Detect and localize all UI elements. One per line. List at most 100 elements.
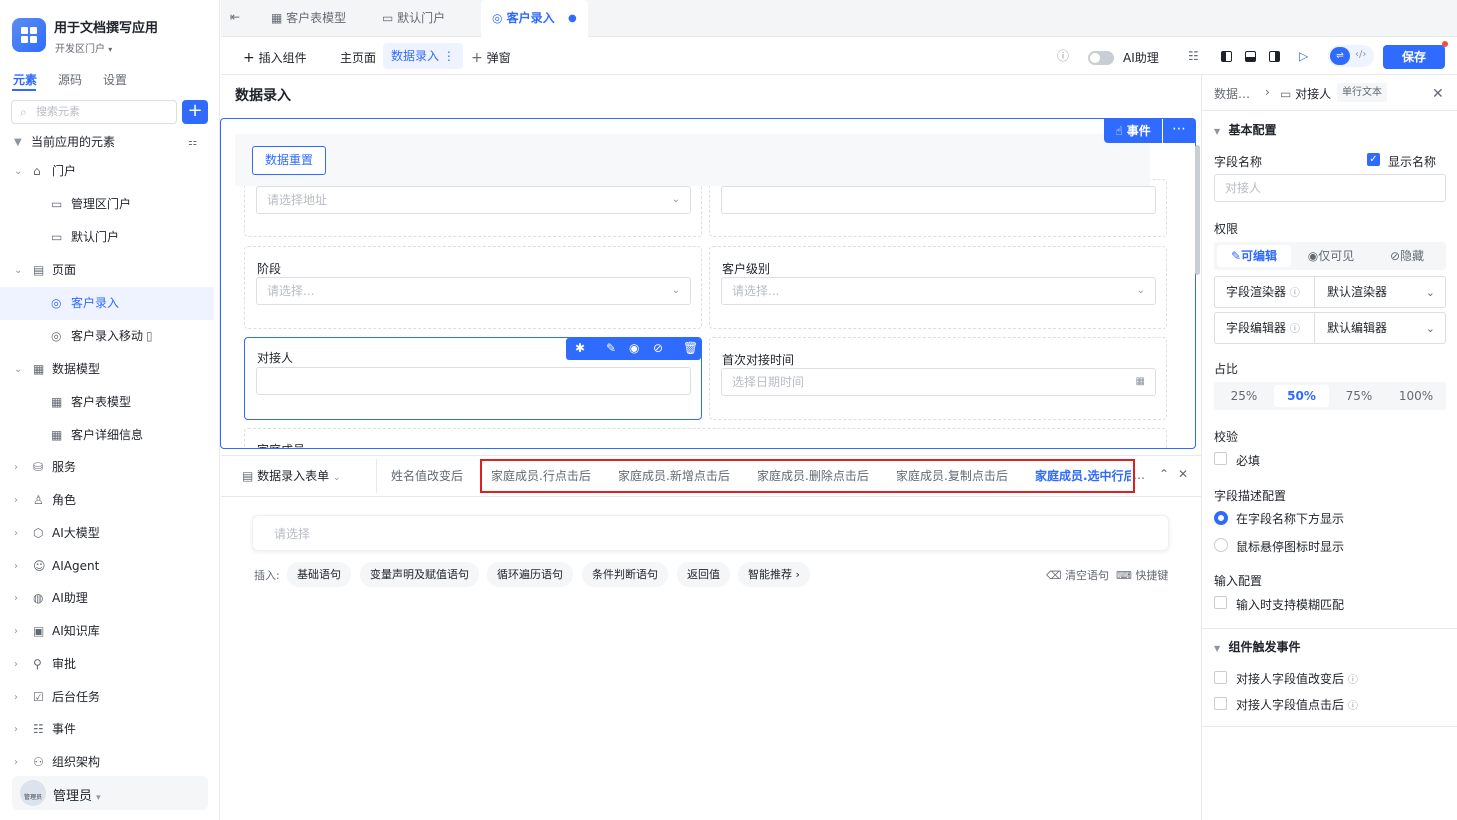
search-input[interactable]: ⌕ 搜索元素 [11, 100, 177, 124]
tab-settings[interactable]: 设置 [103, 71, 127, 88]
fuzzy-match-checkbox[interactable] [1214, 596, 1227, 609]
sidebar-item-default-portal[interactable]: ▭ 默认门户 [0, 221, 214, 254]
sidebar-item-portal[interactable]: ⌄ ⌂ 门户 [0, 155, 214, 188]
text-input[interactable] [721, 186, 1156, 214]
chip-variable-statement[interactable]: 变量声明及赋值语句 [360, 562, 479, 587]
event-tab-name-change[interactable]: 姓名值改变后 [391, 467, 463, 484]
show-name-checkbox[interactable]: ✓ [1367, 153, 1380, 166]
sidebar-item-data-model[interactable]: ⌄ ▦ 数据模型 [0, 353, 214, 386]
sidebar-item-bg-task[interactable]: › ☑ 后台任务 [0, 681, 214, 714]
add-element-button[interactable]: + [182, 100, 208, 124]
visual-mode-icon[interactable]: ⇌ [1330, 47, 1350, 65]
field-family-members[interactable]: 家庭成员 [244, 428, 1167, 448]
field-stage[interactable]: 阶段 请选择... ⌄ [244, 246, 702, 329]
eye-icon[interactable]: ◉ [629, 341, 639, 355]
field-customer-level[interactable]: 客户级别 请选择... ⌄ [709, 246, 1167, 329]
chip-basic-statement[interactable]: 基础语句 [287, 562, 351, 587]
sidebar-item-org[interactable]: › ⚇ 组织架构 [0, 746, 214, 779]
ratio-50[interactable]: 50% [1274, 385, 1329, 407]
close-icon[interactable]: ✕ [1432, 87, 1444, 101]
sidebar-item-customer-model[interactable]: ▦ 客户表模型 [0, 386, 214, 419]
reset-data-button[interactable]: 数据重置 [252, 146, 326, 175]
close-icon[interactable]: ✕ [1178, 468, 1188, 480]
perm-hidden[interactable]: ⊘隐藏 [1371, 245, 1443, 267]
chip-condition-statement[interactable]: 条件判断语句 [582, 562, 668, 587]
renderer-select[interactable]: 字段渲染器 ⓘ 默认渲染器 ⌄ [1214, 276, 1446, 308]
address-select[interactable]: 请选择地址 ⌄ [256, 186, 691, 214]
data-input-tab[interactable]: 数据录入 ⋮ [383, 43, 463, 69]
stage-select[interactable]: 请选择... ⌄ [256, 277, 691, 305]
popup-button[interactable]: + 弹窗 [471, 49, 511, 66]
canvas-scrollbar[interactable] [1195, 145, 1200, 275]
contact-input[interactable] [256, 367, 691, 395]
sidebar-item-pages[interactable]: ⌄ ▤ 页面 [0, 254, 214, 287]
sidebar-item-customer-input-mobile[interactable]: ◎ 客户录入移动 ▯ [0, 320, 214, 353]
event-button[interactable]: ☝ 事件 [1104, 119, 1162, 143]
perm-editable[interactable]: ✎可编辑 [1217, 245, 1291, 267]
layout-right-icon[interactable] [1269, 51, 1280, 62]
layout-left-icon[interactable] [1221, 51, 1232, 62]
ai-assistant-toggle[interactable] [1088, 51, 1114, 65]
trigger-events-header[interactable]: ▼ 组件触发事件 [1214, 638, 1301, 655]
perm-readonly[interactable]: ◉仅可见 [1294, 245, 1368, 267]
breadcrumb-parent[interactable]: 数据… [1214, 85, 1250, 102]
mode-toggle[interactable]: ⇌ ‹/› [1328, 45, 1374, 67]
desc-hover-radio[interactable] [1214, 538, 1228, 552]
collapse-sidebar-icon[interactable]: ⇤ [230, 11, 240, 23]
required-asterisk-icon[interactable]: ✱ [575, 341, 585, 355]
chip-loop-statement[interactable]: 循环遍历语句 [487, 562, 573, 587]
sidebar-item-ai-knowledge[interactable]: › ▣ AI知识库 [0, 615, 214, 648]
sidebar-item-event[interactable]: › ☷ 事件 [0, 713, 214, 746]
required-checkbox[interactable] [1214, 452, 1227, 465]
sidebar-item-customer-detail[interactable]: ▦ 客户详细信息 [0, 419, 214, 452]
sidebar-item-role[interactable]: › ♙ 角色 [0, 484, 214, 517]
chevron-up-icon[interactable]: ⌃ [1159, 468, 1169, 480]
sidebar-item-ai-model[interactable]: › ⬡ AI大模型 [0, 517, 214, 550]
help-icon[interactable]: ⓘ [1057, 50, 1069, 62]
sidebar-item-ai-agent[interactable]: › ☺ AIAgent [0, 550, 214, 583]
play-icon[interactable]: ▷ [1299, 50, 1308, 62]
sidebar-item-admin-portal[interactable]: ▭ 管理区门户 [0, 188, 214, 221]
layout-grid-icon[interactable]: ☷ [1188, 50, 1199, 62]
sidebar-item-service[interactable]: › ⛁ 服务 [0, 451, 214, 484]
level-select[interactable]: 请选择... ⌄ [721, 277, 1156, 305]
main-page-tab[interactable]: 主页面 [340, 49, 376, 66]
code-mode-icon[interactable]: ‹/› [1355, 49, 1366, 60]
trigger-click-checkbox[interactable] [1214, 697, 1227, 710]
sidebar-item-customer-input[interactable]: ◎ 客户录入 [0, 287, 214, 320]
shortcut-button[interactable]: ⌨ 快捷键 [1116, 567, 1168, 583]
user-menu[interactable]: 管理员 管理员 ▾ [12, 776, 208, 810]
editor-select[interactable]: 字段编辑器 ⓘ 默认编辑器 ⌄ [1214, 312, 1446, 344]
form-selector[interactable]: ▤ 数据录入表单 ⌄ [242, 467, 341, 484]
edit-icon[interactable]: ✎ [606, 341, 616, 355]
trigger-change-checkbox[interactable] [1214, 671, 1227, 684]
layout-bottom-icon[interactable] [1245, 51, 1256, 62]
trash-icon[interactable]: 🗑 [683, 341, 698, 355]
chip-return-value[interactable]: 返回值 [677, 562, 730, 587]
tab-source[interactable]: 源码 [58, 71, 82, 88]
sidebar-item-approval[interactable]: › ⚲ 审批 [0, 648, 214, 681]
field-unknown[interactable] [709, 179, 1167, 237]
field-name-input[interactable]: 对接人 [1214, 174, 1446, 202]
tab-customer-model[interactable]: ▦ 客户表模型 [263, 0, 354, 37]
ratio-100[interactable]: 100% [1389, 385, 1443, 407]
chip-smart-recommend[interactable]: 智能推荐 › [738, 562, 810, 587]
ratio-25[interactable]: 25% [1217, 385, 1271, 407]
eye-off-icon[interactable]: ⊘ [653, 341, 663, 355]
datetime-input[interactable]: 选择日期时间 ▦ [721, 368, 1156, 396]
tab-customer-input[interactable]: ◎ 客户录入 ● [481, 0, 588, 37]
sidebar-item-ai-assistant[interactable]: › ◍ AI助理 [0, 582, 214, 615]
clear-statements-button[interactable]: ⌫ 清空语句 [1046, 567, 1109, 583]
field-first-contact-time[interactable]: 首次对接时间 选择日期时间 ▦ [709, 337, 1167, 420]
basic-config-header[interactable]: ▼ 基本配置 [1214, 121, 1277, 138]
tab-default-portal[interactable]: ▭ 默认门户 [374, 0, 453, 37]
field-address[interactable]: 请选择地址 ⌄ [244, 179, 702, 237]
portal-selector[interactable]: 开发区门户 ▾ [55, 40, 112, 55]
more-options-button[interactable]: ⋯ [1163, 119, 1195, 143]
desc-below-radio[interactable] [1214, 511, 1228, 525]
statement-select[interactable]: 请选择 [252, 515, 1169, 551]
insert-component-button[interactable]: + 插入组件 [243, 49, 307, 66]
ratio-75[interactable]: 75% [1332, 385, 1386, 407]
save-button[interactable]: 保存 [1383, 45, 1445, 69]
tab-elements[interactable]: 元素 [13, 71, 37, 88]
